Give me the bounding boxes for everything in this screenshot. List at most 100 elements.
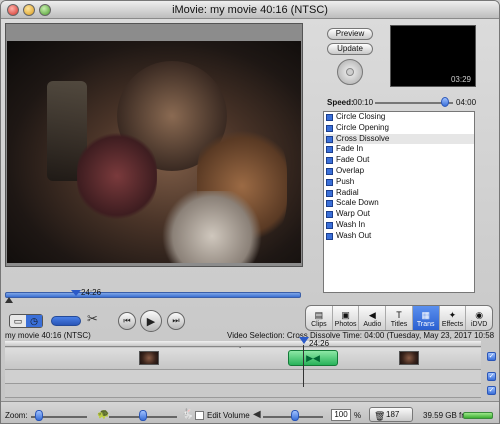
tab-label: Titles — [390, 321, 408, 328]
audio-track-2-checkbox[interactable]: ✓ — [487, 386, 496, 395]
clip-viewer-icon[interactable]: ▭ — [10, 315, 26, 327]
audio-track-1-checkbox[interactable]: ✓ — [487, 372, 496, 381]
tab-effects[interactable]: ✦ Effects — [440, 306, 467, 330]
volume-low-icon: ◀ — [253, 409, 261, 420]
fast-speed-icon: 🐇 — [181, 409, 194, 420]
slow-speed-icon: 🐢 — [97, 409, 110, 420]
effects-icon: ✦ — [448, 310, 457, 320]
scrubber-playhead[interactable] — [71, 290, 81, 296]
transition-item[interactable]: Scale Down — [324, 198, 474, 209]
volume-unit: % — [354, 411, 362, 420]
speed-min-value: 00:10 — [353, 98, 374, 107]
zoom-label: Zoom: — [5, 411, 28, 420]
pane-tabs: ▤ Clips ▣ Photos ◀ Audio T Titles ▦ Trans ✦ Effects… — [305, 305, 493, 331]
transition-item[interactable]: Warp Out — [324, 209, 474, 220]
clips-icon: ▤ — [314, 310, 324, 320]
transition-list: Circle Closing Circle Opening Cross Dissol… — [323, 111, 475, 293]
transition-item-label: Warp Out — [336, 209, 370, 219]
scrubber-start-marker — [5, 297, 13, 303]
speed-max-value: 04:00 — [456, 98, 477, 107]
edit-volume-label: Edit Volume — [207, 411, 250, 420]
transition-item[interactable]: Wash Out — [324, 231, 474, 242]
tab-titles[interactable]: T Titles — [386, 306, 413, 330]
video-clip-thumbnail[interactable] — [399, 351, 419, 365]
volume-slider-knob[interactable] — [291, 410, 299, 421]
imovie-window: iMovie: my movie 40:16 (NTSC) 24:26 ▭ ◷ … — [0, 0, 500, 424]
speed-slider-knob[interactable] — [441, 97, 450, 107]
tab-audio[interactable]: ◀ Audio — [359, 306, 387, 330]
bottom-bar: Zoom: 🐢 🐇 Edit Volume ◀ 100 % 🗑 187 MB 3… — [1, 401, 499, 423]
play-button[interactable]: ▶ — [140, 310, 162, 332]
audio-track-2[interactable] — [5, 384, 481, 398]
rewind-icon: ⏮ — [123, 316, 131, 325]
transition-item[interactable]: Wash In — [324, 220, 474, 231]
video-frame-object — [157, 191, 267, 263]
transition-item-label: Circle Opening — [336, 122, 389, 132]
transition-item[interactable]: Overlap — [324, 166, 474, 177]
timeline-ruler[interactable] — [5, 341, 481, 347]
direction-control[interactable] — [337, 59, 363, 85]
transition-type-icon — [326, 146, 333, 154]
photos-icon: ▣ — [341, 310, 350, 320]
volume-input[interactable]: 100 — [331, 409, 351, 421]
transition-item-label: Cross Dissolve — [336, 133, 390, 143]
transition-clip[interactable]: ▶◀ — [288, 350, 338, 366]
transition-item[interactable]: Circle Opening — [324, 123, 474, 134]
clip-timeline-view-toggle[interactable]: ▭ ◷ — [9, 314, 43, 328]
transition-item-label: Overlap — [336, 165, 365, 175]
transition-type-icon — [326, 157, 333, 165]
edit-volume-checkbox[interactable] — [195, 411, 204, 420]
scissors-icon[interactable]: ✂ — [87, 311, 98, 327]
transition-item-label: Scale Down — [336, 198, 379, 208]
transition-item[interactable]: Cross Dissolve — [324, 133, 474, 145]
transition-type-icon — [326, 135, 333, 143]
transition-type-icon — [326, 114, 333, 121]
scrubber-bar[interactable] — [5, 292, 301, 298]
transition-item[interactable]: Fade Out — [324, 155, 474, 166]
free-space-bar — [463, 412, 493, 419]
tab-label: Photos — [334, 321, 357, 328]
titles-icon: T — [396, 310, 402, 320]
tab-photos[interactable]: ▣ Photos — [333, 306, 360, 330]
transition-type-icon — [326, 200, 333, 208]
timeline-viewer-icon[interactable]: ◷ — [26, 315, 42, 327]
fast-forward-button[interactable]: ⏭ — [167, 312, 185, 330]
timeline-playhead-line — [303, 345, 304, 387]
tab-label: Trans — [416, 321, 435, 328]
preview-button[interactable]: Preview — [327, 28, 373, 40]
transition-item-label: Circle Closing — [336, 112, 386, 121]
tab-idvd[interactable]: ◉ iDVD — [466, 306, 492, 330]
transition-type-icon — [326, 232, 333, 240]
transition-item[interactable]: Circle Closing — [324, 112, 474, 123]
clip-speed-slider-knob[interactable] — [139, 410, 147, 421]
transition-type-icon — [326, 221, 333, 229]
video-track-checkbox[interactable]: ✓ — [487, 352, 496, 361]
fast-forward-icon: ⏭ — [172, 316, 180, 325]
camera-edit-mode-switch[interactable] — [51, 316, 81, 326]
tab-trans[interactable]: ▦ Trans — [412, 306, 440, 330]
transition-type-icon — [326, 211, 333, 219]
transition-clip-icon: ▶◀ — [306, 352, 320, 363]
video-preview[interactable] — [7, 41, 301, 263]
audio-track-1[interactable] — [5, 370, 481, 384]
preview-time: 03:29 — [450, 75, 471, 84]
audio-icon: ◀ — [368, 310, 376, 320]
update-button[interactable]: Update — [327, 43, 373, 55]
direction-center-icon — [346, 68, 354, 76]
zoom-slider-knob[interactable] — [35, 410, 43, 421]
video-frame-object — [77, 131, 157, 221]
transition-item[interactable]: Fade In — [324, 144, 474, 155]
tab-clips[interactable]: ▤ Clips — [306, 306, 333, 330]
transition-item-label: Fade In — [336, 144, 364, 154]
transition-item[interactable]: Radial — [324, 188, 474, 199]
trans-icon: ▦ — [421, 310, 430, 320]
transition-item[interactable]: Push — [324, 177, 474, 188]
timeline-playhead[interactable] — [299, 337, 309, 344]
transition-type-icon — [326, 124, 333, 132]
rewind-button[interactable]: ⏮ — [118, 312, 136, 330]
transition-item-label: Wash Out — [336, 230, 372, 240]
video-clip-thumbnail[interactable] — [139, 351, 159, 365]
idvd-icon: ◉ — [475, 310, 484, 320]
speed-label: Speed: — [327, 98, 354, 107]
trash-button[interactable]: 🗑 187 MB — [369, 407, 413, 422]
